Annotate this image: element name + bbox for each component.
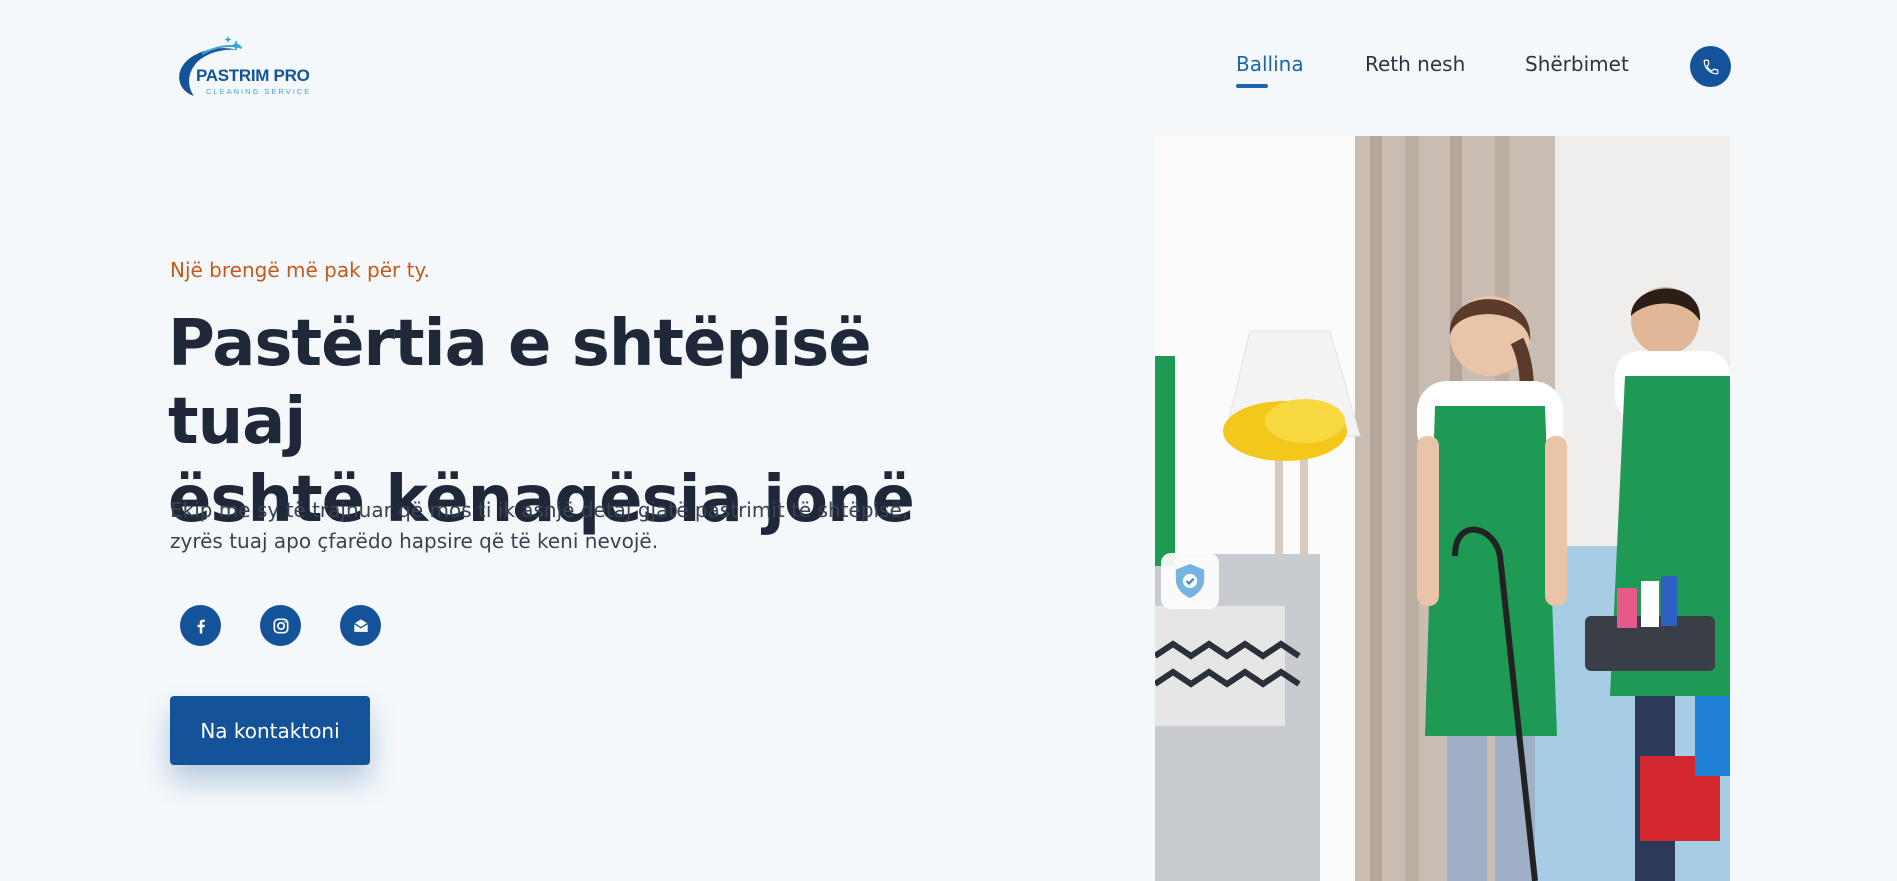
facebook-icon bbox=[197, 619, 205, 633]
hero-tagline: Një brengë më pak për ty. bbox=[170, 258, 430, 282]
headline-line-1: Pastërtia e shtëpisë tuaj bbox=[168, 307, 872, 459]
hero-description: Ekip me sy të trajnuar që mos ti ik asnj… bbox=[170, 498, 909, 553]
nav-item-ballina[interactable]: Ballina bbox=[1236, 52, 1304, 88]
contact-button[interactable]: Na kontaktoni bbox=[170, 696, 370, 765]
cleaning-team-photo bbox=[1155, 136, 1730, 881]
phone-button[interactable] bbox=[1690, 46, 1731, 87]
nav-item-label: Reth nesh bbox=[1365, 52, 1466, 76]
instagram-button[interactable] bbox=[260, 605, 301, 646]
instagram-icon bbox=[273, 618, 288, 633]
hero-image bbox=[1155, 136, 1730, 881]
facebook-button[interactable] bbox=[180, 605, 221, 646]
shield-check-icon bbox=[1175, 564, 1205, 598]
nav-item-label: Shërbimet bbox=[1525, 52, 1629, 76]
email-button[interactable] bbox=[340, 605, 381, 646]
phone-icon bbox=[1703, 59, 1718, 74]
nav-item-sherbimet[interactable]: Shërbimet bbox=[1525, 52, 1629, 76]
nav-item-label: Ballina bbox=[1236, 52, 1304, 76]
trust-badge bbox=[1161, 553, 1219, 609]
nav-item-reth-nesh[interactable]: Reth nesh bbox=[1365, 52, 1465, 76]
email-icon bbox=[353, 618, 368, 632]
nav-active-indicator bbox=[1236, 84, 1268, 88]
main-nav: Ballina Reth nesh Shërbimet bbox=[0, 52, 1897, 92]
